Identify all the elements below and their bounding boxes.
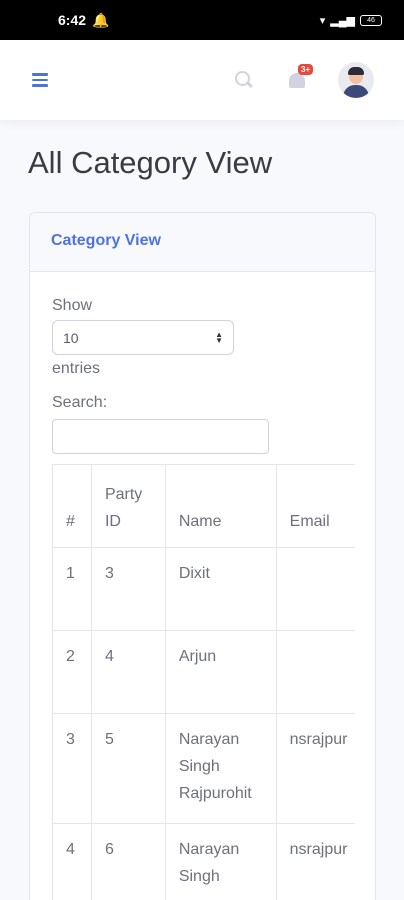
entries-select[interactable]: 10 ▲ ▼ [52, 320, 234, 355]
page-title: All Category View [28, 145, 273, 180]
wifi-icon: ▾ [319, 14, 326, 27]
status-bar: 6:42 🔔 ▾ ▂▄▆ 46 [0, 0, 404, 40]
cell-name: Arjun [164, 630, 277, 714]
notification-status-icon: 🔔 [92, 11, 110, 28]
bell-icon [289, 73, 305, 88]
search-icon[interactable] [234, 70, 254, 90]
cell-party-id: 3 [90, 547, 166, 631]
topbar: 3+ [0, 40, 404, 120]
cell-email [275, 630, 355, 714]
select-arrows-icon: ▲ ▼ [215, 329, 223, 345]
cell-number: 1 [52, 547, 92, 631]
card-title: Category View [51, 232, 161, 249]
search-input[interactable] [52, 419, 269, 454]
column-header-number[interactable]: # [52, 464, 92, 548]
cell-email: nsrajpur [275, 823, 355, 900]
notification-badge: 3+ [298, 64, 314, 75]
cell-name: Narayan Singh [164, 823, 277, 900]
avatar[interactable] [338, 62, 374, 98]
status-left: 6:42 🔔 [58, 12, 109, 29]
status-right: ▾ ▂▄▆ 46 [320, 14, 382, 27]
topbar-actions: 3+ [234, 62, 374, 98]
table-header-row: # Party ID Name Email [52, 464, 355, 548]
cell-email: nsrajpur [275, 713, 355, 824]
show-label: Show [52, 297, 93, 314]
entries-label: entries [52, 360, 101, 377]
entries-select-value: 10 [63, 329, 79, 346]
status-time: 6:42 [58, 12, 87, 28]
table-row: 2 4 Arjun [52, 630, 355, 714]
notifications-button[interactable]: 3+ [288, 64, 314, 90]
column-header-name[interactable]: Name [164, 464, 277, 548]
cell-party-id: 4 [90, 630, 166, 714]
category-card: Category View Show 10 ▲ ▼ entries Search:… [29, 212, 376, 900]
card-body: Show 10 ▲ ▼ entries Search: # Party ID Na… [30, 272, 375, 900]
card-header: Category View [30, 213, 375, 272]
menu-icon[interactable] [32, 73, 48, 87]
cell-party-id: 5 [90, 713, 166, 824]
search-label: Search: [52, 394, 108, 411]
table-wrapper: # Party ID Name Email 1 3 Dixit 2 4 Arju… [52, 464, 355, 900]
cell-number: 3 [52, 713, 92, 824]
cell-party-id: 6 [90, 823, 166, 900]
cell-name: Dixit [164, 547, 277, 631]
table-row: 3 5 Narayan Singh Rajpurohit nsrajpur [52, 713, 355, 824]
table-row: 4 6 Narayan Singh nsrajpur [52, 823, 355, 900]
category-table: # Party ID Name Email 1 3 Dixit 2 4 Arju… [52, 464, 355, 900]
cell-number: 4 [52, 823, 92, 900]
signal-icon: ▂▄▆ [330, 14, 355, 27]
column-header-email[interactable]: Email [275, 464, 355, 548]
cell-name: Narayan Singh Rajpurohit [164, 713, 277, 824]
table-row: 1 3 Dixit [52, 547, 355, 631]
battery-icon: 46 [360, 14, 382, 26]
cell-email [275, 547, 355, 631]
cell-number: 2 [52, 630, 92, 714]
column-header-party-id[interactable]: Party ID [90, 464, 166, 548]
battery-level: 46 [367, 16, 375, 24]
